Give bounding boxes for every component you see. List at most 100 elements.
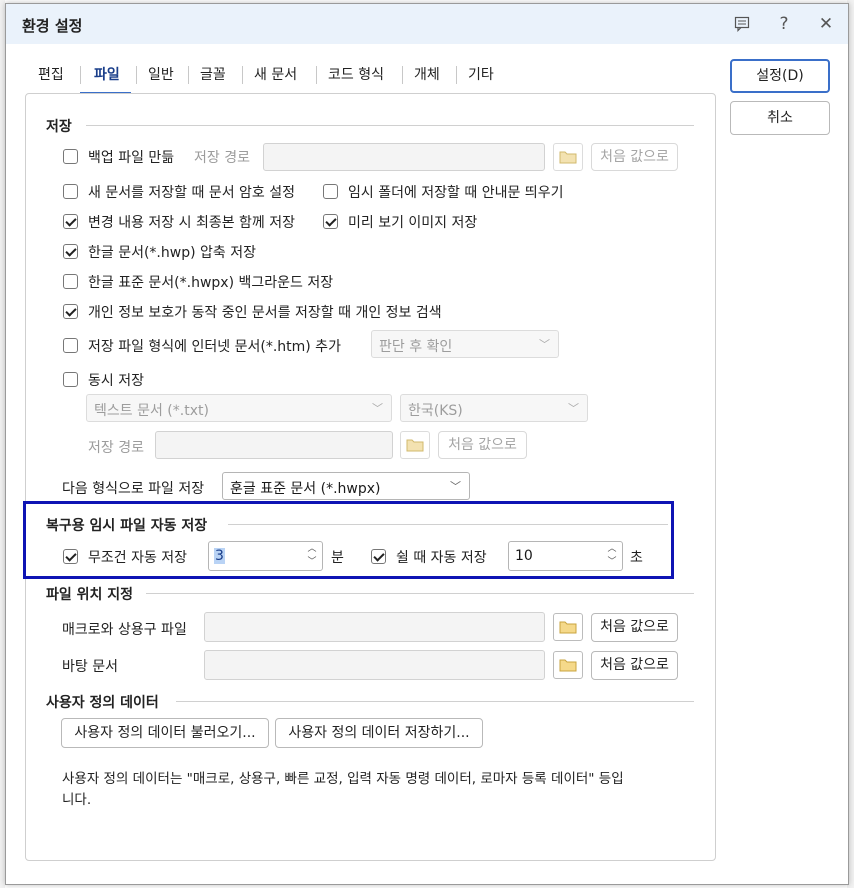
- simultaneous-encoding-combo[interactable]: 한국(KS) ﹀: [400, 394, 588, 422]
- always-autosave-checkbox[interactable]: [63, 549, 78, 564]
- tab-separator: [316, 66, 317, 84]
- idle-autosave-unit: 초: [630, 550, 643, 566]
- template-reset-button[interactable]: 처음 값으로: [591, 651, 678, 680]
- next-format-label: 다음 형식으로 파일 저장: [62, 481, 205, 497]
- tab-etc[interactable]: 기타: [468, 64, 494, 84]
- tab-separator: [242, 66, 243, 84]
- backup-label: 백업 파일 만듦: [88, 150, 175, 166]
- backup-reset-button[interactable]: 처음 값으로: [591, 143, 678, 171]
- simultaneous-path-label: 저장 경로: [88, 440, 144, 456]
- save-user-data-button[interactable]: 사용자 정의 데이터 저장하기...: [275, 718, 483, 748]
- template-label: 바탕 문서: [62, 659, 118, 675]
- simultaneous-reset-button[interactable]: 처음 값으로: [438, 431, 527, 459]
- template-reset-label: 처음 값으로: [600, 657, 669, 673]
- template-field[interactable]: [204, 650, 545, 680]
- idle-autosave-checkbox[interactable]: [371, 549, 386, 564]
- spin-up-icon[interactable]: ︿: [603, 543, 621, 556]
- internet-doc-label: 저장 파일 형식에 인터넷 문서(*.htm) 추가: [88, 339, 341, 355]
- chevron-down-icon: ﹀: [568, 402, 579, 415]
- macro-reset-label: 처음 값으로: [600, 619, 669, 635]
- folder-icon: [554, 151, 582, 174]
- chevron-down-icon: ﹀: [372, 402, 383, 415]
- help-icon[interactable]: ?: [770, 10, 798, 38]
- final-version-checkbox[interactable]: [63, 214, 78, 229]
- macro-folder-button[interactable]: [553, 613, 583, 641]
- idle-autosave-label: 쉴 때 자동 저장: [396, 550, 487, 566]
- template-folder-button[interactable]: [553, 651, 583, 679]
- next-format-combo[interactable]: 훈글 표준 문서 (*.hwpx) ﹀: [222, 472, 470, 500]
- background-save-checkbox[interactable]: [63, 274, 78, 289]
- simultaneous-format-combo[interactable]: 텍스트 문서 (*.txt) ﹀: [86, 394, 392, 422]
- tab-separator: [402, 66, 403, 84]
- user-data-description: 사용자 정의 데이터는 "매크로, 상용구, 빠른 교정, 입력 자동 명령 데…: [62, 771, 624, 787]
- backup-path-field[interactable]: [263, 143, 545, 171]
- load-user-data-button[interactable]: 사용자 정의 데이터 불러오기...: [61, 718, 269, 748]
- tab-edit[interactable]: 편집: [38, 64, 64, 84]
- close-icon[interactable]: ✕: [812, 10, 840, 38]
- macro-file-field[interactable]: [204, 612, 545, 642]
- tab-general[interactable]: 일반: [148, 64, 174, 84]
- cancel-button[interactable]: 취소: [730, 101, 830, 135]
- idle-autosave-spinner[interactable]: 10 ︿ ﹀: [508, 541, 623, 571]
- section-divider: [228, 524, 668, 525]
- macro-reset-button[interactable]: 처음 값으로: [591, 613, 678, 642]
- encrypt-label: 새 문서를 저장할 때 문서 암호 설정: [88, 185, 296, 201]
- preview-image-checkbox[interactable]: [323, 214, 338, 229]
- recovery-section-title: 복구용 임시 파일 자동 저장: [46, 518, 208, 534]
- always-autosave-value-wrap: 3: [214, 548, 225, 564]
- backup-folder-button[interactable]: [553, 143, 583, 171]
- section-divider: [176, 701, 694, 702]
- settings-dialog: 환경 설정 ? ✕ 편집 파일 일반 글꼴 새 문서 코드 형식 개체 기타 설…: [5, 3, 849, 885]
- tab-separator: [136, 66, 137, 84]
- user-data-description-line2: 니다.: [62, 792, 92, 808]
- simultaneous-save-checkbox[interactable]: [63, 372, 78, 387]
- ok-button-label: 설정(D): [756, 68, 804, 84]
- privacy-checkbox[interactable]: [63, 304, 78, 319]
- simultaneous-encoding-value: 한국(KS): [408, 403, 463, 419]
- spin-up-icon[interactable]: ︿: [303, 543, 321, 556]
- folder-icon: [401, 439, 429, 462]
- cancel-button-label: 취소: [767, 110, 793, 126]
- save-section-title: 저장: [46, 119, 72, 135]
- tab-separator: [456, 66, 457, 84]
- tab-object[interactable]: 개체: [414, 64, 440, 84]
- simultaneous-format-value: 텍스트 문서 (*.txt): [94, 403, 209, 419]
- macro-file-label: 매크로와 상용구 파일: [62, 622, 187, 638]
- spin-down-icon[interactable]: ﹀: [303, 556, 321, 569]
- ok-button[interactable]: 설정(D): [730, 59, 830, 93]
- save-user-data-label: 사용자 정의 데이터 저장하기...: [288, 725, 470, 741]
- internet-doc-combo-value: 판단 후 확인: [379, 339, 453, 355]
- chevron-down-icon: ﹀: [450, 480, 461, 493]
- backup-checkbox[interactable]: [63, 149, 78, 164]
- preview-image-label: 미리 보기 이미지 저장: [348, 215, 478, 231]
- simultaneous-folder-button[interactable]: [400, 431, 430, 459]
- tab-code-format[interactable]: 코드 형식: [328, 64, 384, 84]
- idle-autosave-value[interactable]: 10: [515, 548, 533, 564]
- internet-doc-checkbox[interactable]: [63, 338, 78, 353]
- always-autosave-value[interactable]: 3: [214, 548, 225, 564]
- simultaneous-reset-label: 처음 값으로: [448, 437, 517, 453]
- internet-doc-combo[interactable]: 판단 후 확인 ﹀: [371, 330, 559, 358]
- simultaneous-save-label: 동시 저장: [88, 373, 144, 389]
- tab-separator: [188, 66, 189, 84]
- user-data-section-title: 사용자 정의 데이터: [46, 695, 159, 711]
- file-location-section-title: 파일 위치 지정: [46, 587, 134, 603]
- simultaneous-path-field[interactable]: [155, 431, 393, 459]
- tab-font[interactable]: 글꼴: [200, 64, 226, 84]
- section-divider: [146, 593, 694, 594]
- section-divider: [86, 125, 694, 126]
- backup-reset-label: 처음 값으로: [600, 149, 669, 165]
- compress-checkbox[interactable]: [63, 244, 78, 259]
- load-user-data-label: 사용자 정의 데이터 불러오기...: [74, 725, 256, 741]
- chevron-down-icon: ﹀: [539, 338, 550, 351]
- comment-icon[interactable]: [728, 10, 756, 38]
- backup-path-label: 저장 경로: [194, 150, 250, 166]
- tab-file[interactable]: 파일: [94, 64, 120, 84]
- tab-separator: [80, 66, 81, 84]
- always-autosave-spinner[interactable]: 3 ︿ ﹀: [208, 541, 323, 571]
- spin-down-icon[interactable]: ﹀: [603, 556, 621, 569]
- tab-new-document[interactable]: 새 문서: [254, 64, 297, 84]
- encrypt-checkbox[interactable]: [63, 184, 78, 199]
- final-version-label: 변경 내용 저장 시 최종본 함께 저장: [88, 215, 296, 231]
- temp-notice-checkbox[interactable]: [323, 184, 338, 199]
